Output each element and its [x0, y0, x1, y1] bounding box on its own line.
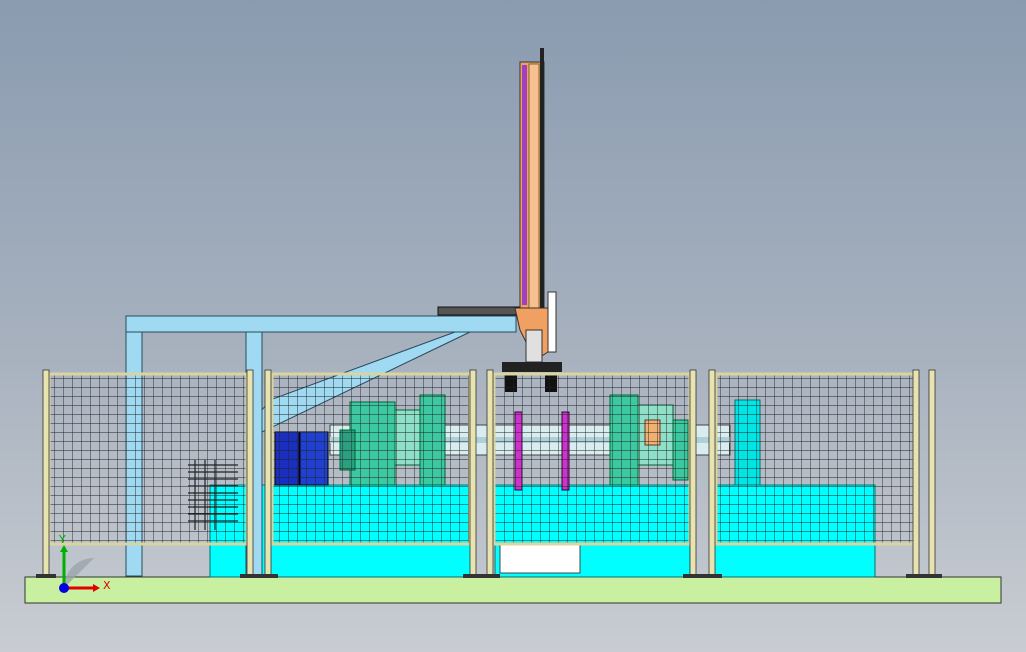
cad-scene[interactable]: X Y	[0, 0, 1026, 652]
axis-y-label: Y	[58, 533, 66, 546]
vertical-slide	[437, 48, 562, 392]
cad-viewport[interactable]: X Y	[0, 0, 1026, 652]
axis-x-label: X	[103, 579, 111, 592]
floor-plate	[24, 576, 1002, 604]
